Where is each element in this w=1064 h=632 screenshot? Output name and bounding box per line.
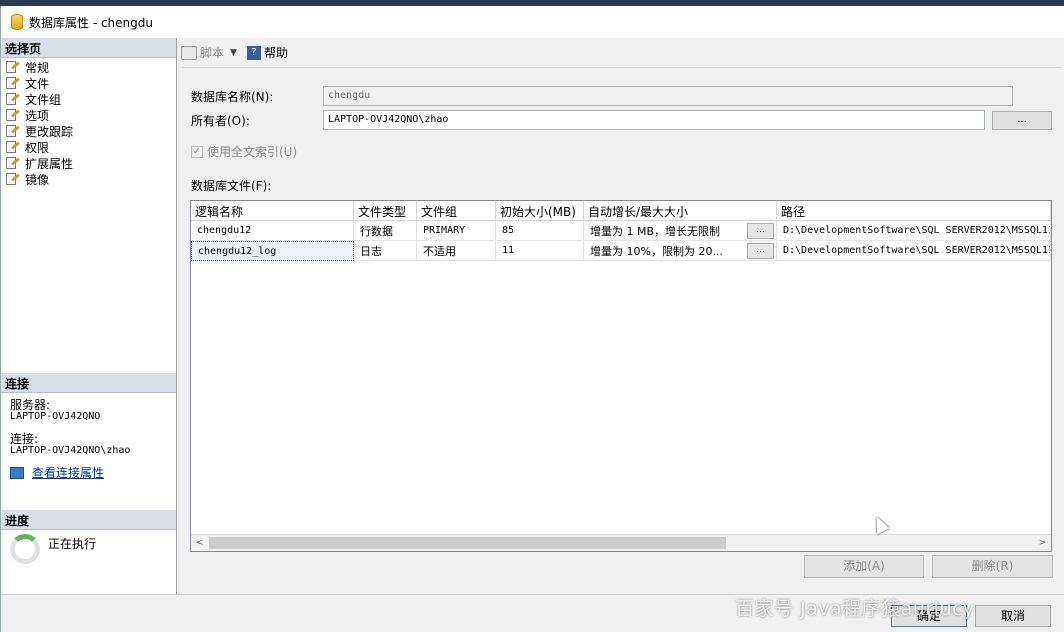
page-item-label: 文件: [25, 76, 50, 91]
page-item-label: 常规: [25, 60, 50, 75]
page-icon: [6, 125, 20, 137]
cell-initial-size[interactable]: 11: [496, 241, 584, 261]
cell-path[interactable]: D:\DevelopmentSoftware\SQL SERVER2012\MS…: [777, 221, 1051, 241]
cell-path[interactable]: D:\DevelopmentSoftware\SQL SERVER2012\MS…: [777, 241, 1051, 261]
page-item-label: 镜像: [25, 172, 50, 187]
page-item-label: 选项: [25, 108, 50, 123]
page-icon: [6, 109, 20, 121]
database-icon: [11, 14, 23, 30]
cell-file-type[interactable]: 行数据: [354, 221, 417, 241]
table-row[interactable]: chengdu12_log 日志 不适用 11 增量为 10%，限制为 20..…: [191, 241, 1051, 261]
page-item-mirroring[interactable]: 镜像: [1, 171, 176, 187]
page-item-filegroups[interactable]: 文件组: [1, 91, 176, 107]
connection-value: LAPTOP-OVJ42QNO\zhao: [10, 445, 131, 456]
page-icon: [6, 173, 20, 185]
autogrowth-text: 增量为 1 MB，增长无限制: [590, 224, 721, 238]
page-icon: [6, 93, 20, 105]
script-label: 脚本: [200, 46, 225, 60]
ok-button[interactable]: 确定: [891, 605, 967, 627]
page-icon: [6, 77, 20, 89]
chevron-down-icon[interactable]: ▼: [230, 48, 237, 58]
page-item-change-tracking[interactable]: 更改跟踪: [1, 123, 176, 139]
progress-status: 正在执行: [48, 536, 97, 551]
dialog-window: 数据库属性 - chengdu 选择页 常规 文件 文件组 选项 更改跟踪 权限…: [0, 6, 1064, 632]
add-button[interactable]: 添加(A): [804, 555, 924, 578]
page-item-label: 更改跟踪: [25, 124, 74, 139]
help-icon: ?: [246, 45, 261, 60]
col-header-filegroup[interactable]: 文件组: [417, 201, 496, 221]
autogrowth-browse-button[interactable]: ...: [747, 242, 774, 259]
page-item-extended-properties[interactable]: 扩展属性: [1, 155, 176, 171]
grid-header: 逻辑名称 文件类型 文件组 初始大小(MB) 自动增长/最大大小 路径: [191, 201, 1051, 221]
col-header-logical-name[interactable]: 逻辑名称: [191, 201, 354, 221]
select-page-header: 选择页: [1, 38, 176, 58]
toolbar: 脚本 ▼ ? 帮助: [181, 38, 1061, 68]
window-title: 数据库属性 - chengdu: [29, 15, 153, 30]
page-icon: [6, 157, 20, 169]
script-icon: [181, 45, 197, 60]
db-name-row: 数据库名称(N): chengdu: [191, 86, 1013, 106]
owner-field[interactable]: LAPTOP-OVJ42QNO\zhao: [323, 110, 985, 130]
owner-browse-button[interactable]: ...: [992, 111, 1052, 130]
col-header-path[interactable]: 路径: [777, 201, 1051, 221]
connection-header: 连接: [1, 373, 176, 393]
cell-initial-size[interactable]: 85: [496, 221, 584, 241]
page-item-files[interactable]: 文件: [1, 75, 176, 91]
progress-header: 进度: [1, 510, 176, 530]
page-item-general[interactable]: 常规: [1, 59, 176, 75]
cell-filegroup[interactable]: PRIMARY: [417, 221, 496, 241]
title-bar: 数据库属性 - chengdu: [1, 6, 1064, 38]
page-item-label: 文件组: [25, 92, 62, 107]
col-header-file-type[interactable]: 文件类型: [354, 201, 417, 221]
owner-row: 所有者(O): LAPTOP-OVJ42QNO\zhao: [191, 110, 985, 130]
db-name-field: chengdu: [323, 86, 1013, 106]
database-files-grid: 逻辑名称 文件类型 文件组 初始大小(MB) 自动增长/最大大小 路径 chen…: [190, 200, 1052, 552]
server-label: 服务器:: [10, 398, 51, 412]
autogrowth-browse-button[interactable]: ...: [747, 222, 774, 239]
cell-autogrowth[interactable]: 增量为 1 MB，增长无限制 ...: [584, 221, 777, 241]
table-row[interactable]: chengdu12 行数据 PRIMARY 85 增量为 1 MB，增长无限制 …: [191, 221, 1051, 241]
help-label: 帮助: [263, 46, 288, 60]
page-icon: [6, 141, 20, 153]
page-item-label: 扩展属性: [25, 156, 74, 171]
col-header-initial-size[interactable]: 初始大小(MB): [496, 201, 584, 221]
cell-logical-name[interactable]: chengdu12: [191, 221, 354, 241]
scroll-left-icon[interactable]: <: [191, 535, 208, 551]
fulltext-row: ✓ 使用全文索引(U): [191, 143, 297, 160]
page-icon: [6, 61, 20, 73]
fulltext-label: 使用全文索引(U): [207, 145, 298, 159]
view-connection-properties-link[interactable]: 查看连接属性: [32, 467, 104, 479]
cancel-button[interactable]: 取消: [975, 605, 1051, 627]
cell-logical-name[interactable]: chengdu12_log: [191, 241, 354, 261]
db-name-label: 数据库名称(N):: [191, 89, 274, 104]
scroll-right-icon[interactable]: >: [1034, 535, 1051, 551]
remove-button[interactable]: 删除(R): [932, 555, 1053, 578]
connection-properties-icon: [10, 467, 24, 479]
help-button[interactable]: ? 帮助: [246, 44, 288, 61]
connection-section: 连接 服务器: LAPTOP-OVJ42QNO 连接: LAPTOP-OVJ42…: [1, 373, 176, 485]
connection-label: 连接:: [10, 432, 39, 446]
fulltext-checkbox: ✓: [191, 145, 203, 158]
page-item-permissions[interactable]: 权限: [1, 139, 176, 155]
cell-filegroup[interactable]: 不适用: [417, 241, 496, 261]
page-list: 常规 文件 文件组 选项 更改跟踪 权限 扩展属性 镜像: [1, 58, 176, 187]
bottom-bar: 确定 取消: [1, 594, 1064, 632]
database-files-label: 数据库文件(F):: [191, 179, 272, 193]
horizontal-scrollbar[interactable]: < >: [191, 534, 1051, 551]
cell-file-type[interactable]: 日志: [354, 241, 417, 261]
col-header-autogrowth[interactable]: 自动增长/最大大小: [584, 201, 777, 221]
server-value: LAPTOP-OVJ42QNO: [10, 411, 101, 422]
progress-spinner-icon: [10, 534, 40, 564]
owner-label: 所有者(O):: [191, 113, 250, 128]
page-item-options[interactable]: 选项: [1, 107, 176, 123]
cell-autogrowth[interactable]: 增量为 10%，限制为 20... ...: [584, 241, 777, 261]
autogrowth-text: 增量为 10%，限制为 20...: [590, 244, 723, 258]
left-pane: 选择页 常规 文件 文件组 选项 更改跟踪 权限 扩展属性 镜像 连接 服务器:…: [1, 38, 177, 594]
scrollbar-thumb[interactable]: [209, 537, 726, 549]
script-button[interactable]: 脚本 ▼: [181, 44, 237, 61]
page-item-label: 权限: [25, 140, 50, 155]
progress-section: 进度 正在执行: [1, 510, 176, 568]
